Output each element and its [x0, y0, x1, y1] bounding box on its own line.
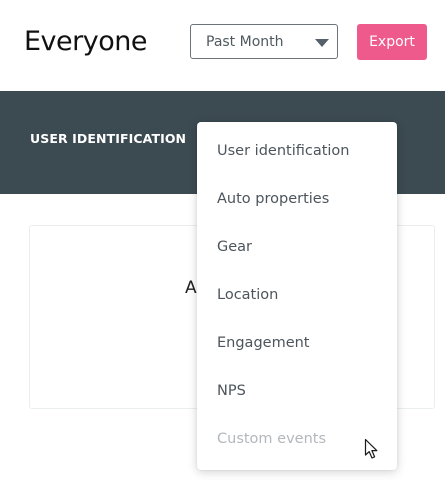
page-title: Everyone: [24, 26, 147, 57]
export-button[interactable]: Export: [357, 24, 427, 60]
period-select-value: Past Month: [206, 34, 284, 50]
period-select[interactable]: Past Month: [190, 24, 338, 59]
menu-item-auto-properties[interactable]: Auto properties: [197, 175, 397, 223]
menu-item-engagement[interactable]: Engagement: [197, 319, 397, 367]
menu-item-nps[interactable]: NPS: [197, 367, 397, 415]
mouse-cursor-icon: [364, 438, 378, 459]
section-dropdown-menu: User identification Auto properties Gear…: [197, 122, 397, 470]
page-header: Everyone Past Month Export: [0, 0, 445, 91]
tab-user-identification[interactable]: USER IDENTIFICATION: [30, 131, 186, 147]
menu-item-gear[interactable]: Gear: [197, 223, 397, 271]
menu-item-location[interactable]: Location: [197, 271, 397, 319]
caret-down-icon: [315, 39, 329, 47]
menu-item-user-identification[interactable]: User identification: [197, 127, 397, 175]
